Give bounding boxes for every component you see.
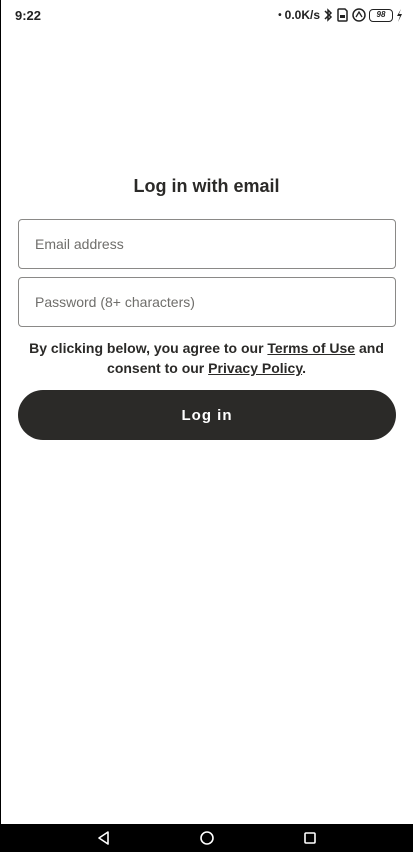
battery-level: 98 (376, 10, 386, 19)
email-field[interactable] (18, 219, 396, 269)
nfc-icon (352, 8, 366, 22)
privacy-policy-link[interactable]: Privacy Policy (208, 360, 302, 376)
status-icons: • 0.0K/s 98 (278, 7, 403, 23)
password-field[interactable] (18, 277, 396, 327)
login-button[interactable]: Log in (18, 390, 396, 440)
bluetooth-icon (323, 8, 333, 22)
email-input[interactable] (19, 220, 395, 268)
sim-icon (336, 8, 349, 22)
consent-suffix: . (302, 360, 306, 376)
net-speed: 0.0K/s (284, 8, 320, 22)
navigation-bar (0, 824, 413, 852)
recents-icon[interactable] (300, 829, 320, 847)
password-input[interactable] (19, 278, 395, 326)
terms-of-use-link[interactable]: Terms of Use (267, 340, 355, 356)
status-bar: 9:22 • 0.0K/s 98 (0, 0, 413, 30)
consent-prefix: By clicking below, you agree to our (29, 340, 268, 356)
page-title: Log in with email (133, 176, 280, 196)
net-dot: • (278, 9, 282, 21)
battery-icon: 98 (369, 8, 393, 22)
charging-icon (396, 8, 403, 22)
status-time: 9:22 (15, 8, 42, 23)
consent-text: By clicking below, you agree to our Term… (20, 338, 393, 378)
back-icon[interactable] (94, 829, 114, 847)
screen-edge (0, 0, 1, 824)
home-icon[interactable] (197, 829, 217, 847)
